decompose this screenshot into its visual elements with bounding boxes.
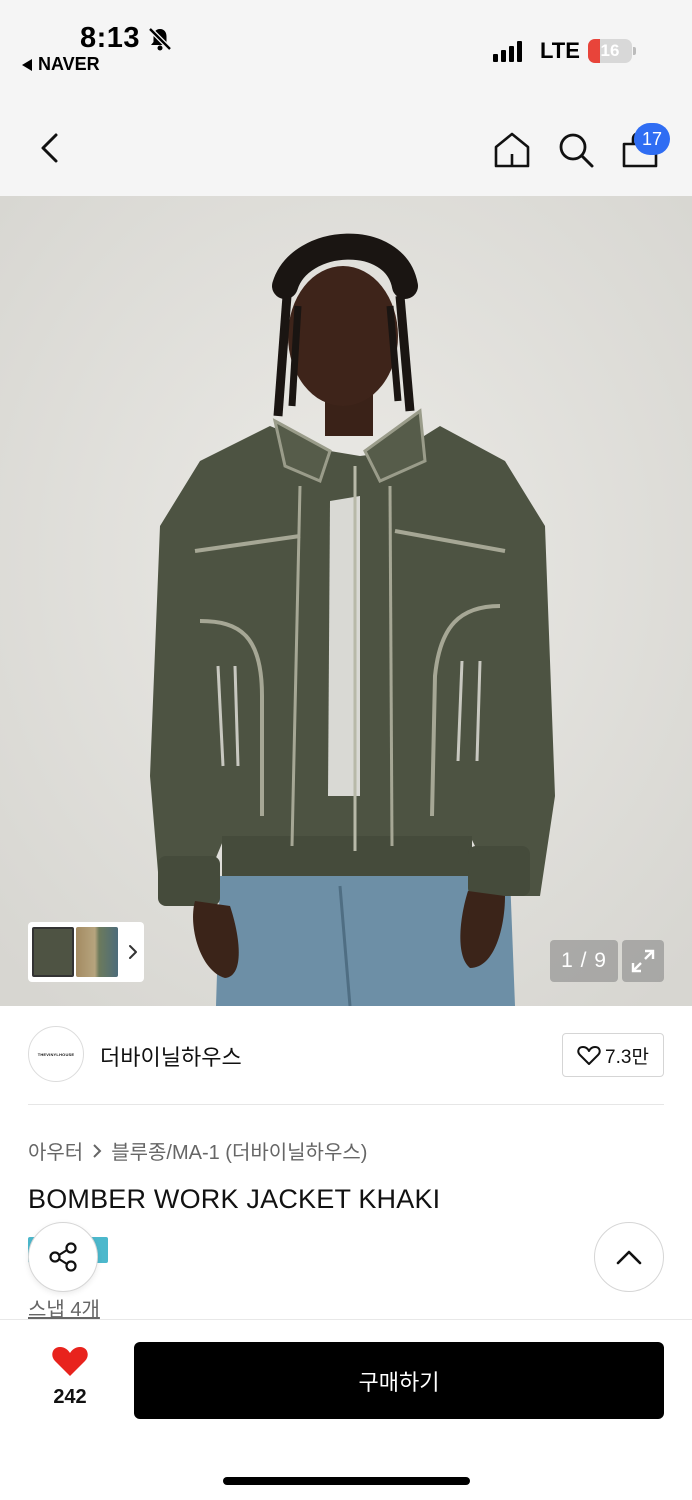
battery-icon: 16 — [588, 39, 632, 63]
product-like-count: 242 — [53, 1386, 87, 1408]
back-triangle-icon — [22, 58, 32, 71]
brand-logo[interactable]: THEVINYLHOUSE — [28, 1026, 84, 1082]
chevron-right-icon — [93, 1143, 102, 1158]
breadcrumb: 아우터 블루종/MA-1 (더바이닐하우스) — [28, 1136, 367, 1165]
product-title: BOMBER WORK JACKET KHAKI — [28, 1184, 441, 1214]
network-type: LTE — [540, 38, 580, 63]
back-to-app-link[interactable]: NAVER — [22, 54, 100, 75]
battery-tip — [633, 47, 636, 55]
chevron-right-icon — [129, 945, 137, 959]
back-chevron-icon[interactable] — [36, 130, 66, 166]
status-time: 8:13 — [80, 22, 141, 54]
top-nav-bar — [0, 100, 692, 196]
battery-level: 16 — [600, 41, 620, 60]
share-button[interactable] — [28, 1222, 98, 1292]
heart-filled-icon[interactable] — [51, 1344, 89, 1378]
signal-icon — [493, 40, 522, 62]
brand-like-count: 7.3만 — [605, 1046, 649, 1068]
brand-name[interactable]: 더바이닐하우스 — [100, 1040, 242, 1072]
image-counter: 1 / 9 — [550, 940, 618, 982]
search-icon[interactable] — [556, 130, 596, 170]
thumbnail-1[interactable] — [32, 927, 74, 977]
home-icon[interactable] — [492, 130, 532, 170]
bell-slash-icon — [148, 27, 172, 51]
heart-outline-icon — [577, 1046, 601, 1065]
cart-count-badge: 17 — [634, 123, 670, 155]
status-bar: 8:13 NAVER LTE 16 — [0, 0, 692, 100]
buy-button[interactable]: 구매하기 — [134, 1342, 664, 1419]
brand-logo-text: THEVINYLHOUSE — [37, 1051, 75, 1057]
snap-link[interactable]: 스냅 4개 — [28, 1293, 100, 1322]
expand-icon — [631, 949, 655, 973]
chevron-up-icon — [616, 1250, 642, 1265]
brand-like-button[interactable]: 7.3만 — [562, 1033, 664, 1077]
share-icon — [49, 1242, 77, 1272]
scroll-top-button[interactable] — [594, 1222, 664, 1292]
divider — [28, 1104, 664, 1105]
thumbnail-2[interactable] — [76, 927, 118, 977]
back-app-label: NAVER — [38, 54, 100, 74]
buy-button-label: 구매하기 — [358, 1369, 440, 1395]
home-indicator — [223, 1477, 470, 1485]
breadcrumb-category[interactable]: 아우터 — [28, 1136, 83, 1165]
model-photo — [0, 196, 692, 1006]
thumbnail-strip[interactable] — [28, 922, 144, 982]
product-image[interactable] — [0, 196, 692, 1006]
breadcrumb-subcategory[interactable]: 블루종/MA-1 (더바이닐하우스) — [111, 1136, 367, 1165]
expand-button[interactable] — [622, 940, 664, 982]
